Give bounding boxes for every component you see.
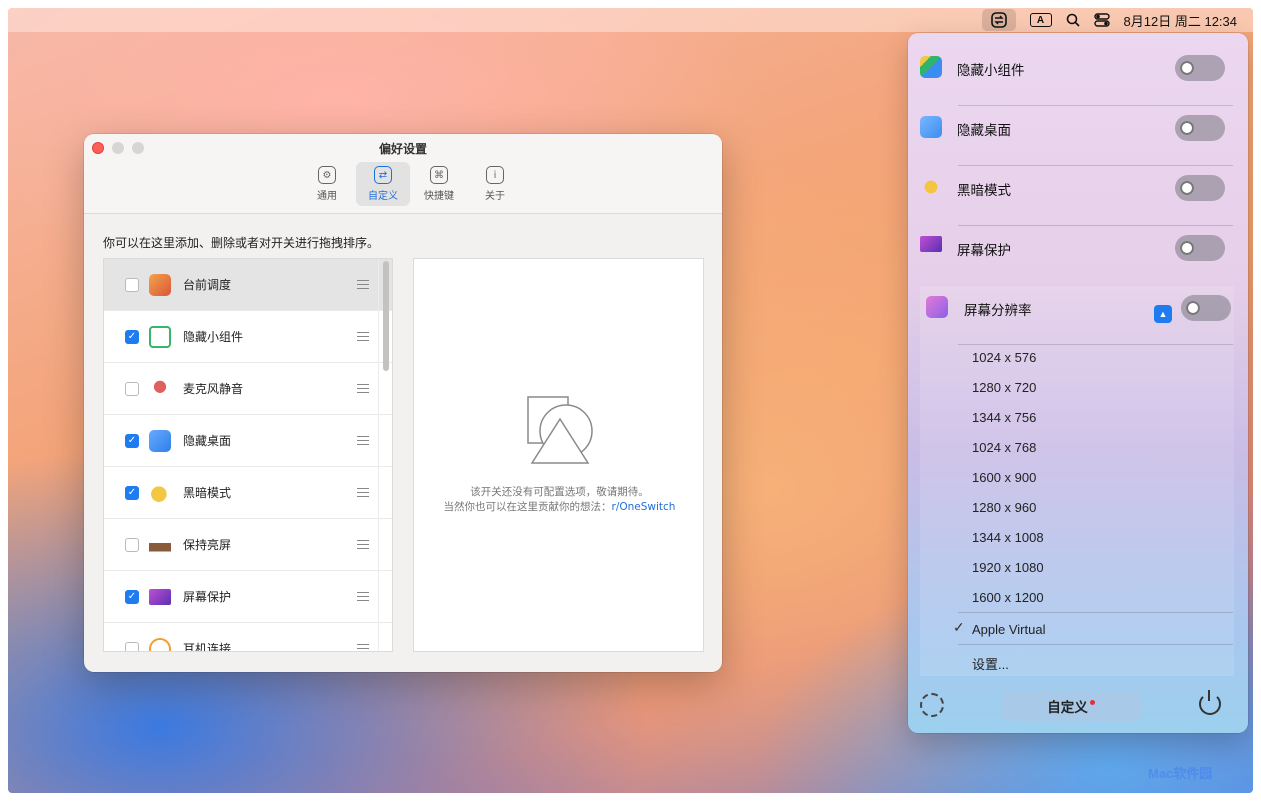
switch-checkbox[interactable] bbox=[125, 537, 139, 552]
dark-mode-toggle[interactable] bbox=[1175, 175, 1225, 201]
panel-footer: 自定义 bbox=[908, 678, 1248, 733]
panel-row-hide-widgets[interactable]: 隐藏小组件 bbox=[908, 33, 1248, 93]
divider bbox=[958, 344, 1233, 345]
panel-row-dark-mode[interactable]: 黑暗模式 bbox=[908, 153, 1248, 213]
scrollbar-thumb[interactable] bbox=[383, 261, 389, 371]
resolution-icon bbox=[926, 296, 948, 318]
headphones-icon bbox=[149, 637, 171, 651]
gear-icon: ⚙ bbox=[318, 166, 336, 184]
menu-bar: A 8月12日 周二 12:34 bbox=[8, 8, 1253, 32]
control-center-icon[interactable] bbox=[1093, 9, 1110, 31]
divider bbox=[958, 612, 1233, 613]
resolution-submenu: 1024 x 576 1280 x 720 1344 x 756 1024 x … bbox=[920, 286, 1234, 676]
drag-handle-icon[interactable] bbox=[357, 436, 369, 445]
resolution-option[interactable]: 1344 x 1008 bbox=[972, 530, 1044, 545]
oneswitch-menu-panel: 隐藏小组件 隐藏桌面 黑暗模式 屏幕保护 1024 x 576 1280 x 7… bbox=[908, 33, 1248, 733]
settings-gear-icon[interactable] bbox=[920, 693, 944, 717]
resolution-toggle[interactable] bbox=[1181, 295, 1231, 321]
tab-general[interactable]: ⚙ 通用 bbox=[300, 162, 354, 206]
switch-checkbox[interactable]: ✓ bbox=[125, 485, 139, 500]
oneswitch-community-link[interactable]: r/OneSwitch bbox=[612, 501, 676, 513]
widgets-icon bbox=[920, 56, 942, 78]
resolution-option[interactable]: 1280 x 720 bbox=[972, 380, 1036, 395]
switch-list: 台前调度 ✓ 隐藏小组件 麦克风静音 ✓ 隐藏桌面 ✓ 黑暗模式 保持亮屏 ✓ … bbox=[103, 258, 393, 652]
tab-customize[interactable]: ⇄ 自定义 bbox=[356, 162, 410, 206]
checkmark-icon: ✓ bbox=[953, 619, 965, 635]
list-item[interactable]: 保持亮屏 bbox=[104, 519, 392, 571]
list-item[interactable]: ✓ 隐藏桌面 bbox=[104, 415, 392, 467]
list-item[interactable]: ✓ 隐藏小组件 bbox=[104, 311, 392, 363]
coffee-cup-icon bbox=[149, 533, 171, 556]
resolution-option[interactable]: 1344 x 756 bbox=[972, 410, 1036, 425]
desktop: A 8月12日 周二 12:34 偏好设置 ⚙ 通用 ⇄ 自定义 ⌘ 快捷键 i… bbox=[8, 8, 1253, 793]
dark-mode-moon-icon bbox=[149, 481, 171, 504]
menu-bar-clock[interactable]: 8月12日 周二 12:34 bbox=[1124, 9, 1237, 31]
switch-checkbox[interactable] bbox=[125, 641, 139, 651]
stage-manager-icon bbox=[149, 273, 171, 296]
hide-widgets-toggle[interactable] bbox=[1175, 55, 1225, 81]
resolution-option[interactable]: 1920 x 1080 bbox=[972, 560, 1044, 575]
detail-message: 该开关还没有可配置选项，敬请期待。 当然你也可以在这里贡献你的想法：r/OneS… bbox=[443, 486, 676, 513]
switch-checkbox[interactable] bbox=[125, 277, 139, 292]
switch-detail-panel: 该开关还没有可配置选项，敬请期待。 当然你也可以在这里贡献你的想法：r/OneS… bbox=[413, 258, 704, 652]
list-item[interactable]: ✓ 黑暗模式 bbox=[104, 467, 392, 519]
list-scrollbar[interactable] bbox=[378, 259, 392, 651]
switch-checkbox[interactable]: ✓ bbox=[125, 589, 139, 604]
tab-shortcuts[interactable]: ⌘ 快捷键 bbox=[412, 162, 466, 206]
tab-about[interactable]: i 关于 bbox=[468, 162, 522, 206]
drag-handle-icon[interactable] bbox=[357, 644, 369, 651]
power-icon[interactable] bbox=[1199, 690, 1221, 715]
panel-row-resolution[interactable]: 屏幕分辨率 bbox=[908, 273, 1248, 333]
microphone-mute-icon bbox=[149, 377, 171, 400]
info-icon: i bbox=[486, 166, 504, 184]
switch-icon: ⇄ bbox=[374, 166, 392, 184]
resolution-settings-item[interactable]: 设置... bbox=[972, 654, 1009, 673]
panel-row-screensaver[interactable]: 屏幕保护 bbox=[908, 213, 1248, 273]
shapes-placeholder-icon bbox=[527, 396, 593, 464]
desktop-grid-icon bbox=[920, 116, 942, 138]
screensaver-monitor-icon bbox=[920, 236, 942, 252]
resolution-option[interactable]: 1600 x 1200 bbox=[972, 590, 1044, 605]
switch-checkbox[interactable] bbox=[125, 381, 139, 396]
preferences-tabs: ⚙ 通用 ⇄ 自定义 ⌘ 快捷键 i 关于 bbox=[300, 162, 524, 206]
drag-handle-icon[interactable] bbox=[357, 540, 369, 549]
screensaver-monitor-icon bbox=[149, 588, 171, 605]
panel-row-hide-desktop[interactable]: 隐藏桌面 bbox=[908, 93, 1248, 153]
screensaver-toggle[interactable] bbox=[1175, 235, 1225, 261]
drag-handle-icon[interactable] bbox=[357, 280, 369, 289]
spotlight-search-icon[interactable] bbox=[1066, 9, 1080, 31]
drag-handle-icon[interactable] bbox=[357, 332, 369, 341]
list-item[interactable]: 麦克风静音 bbox=[104, 363, 392, 415]
customize-button[interactable]: 自定义 bbox=[1001, 691, 1141, 721]
list-item[interactable]: 台前调度 bbox=[104, 259, 392, 311]
widgets-icon bbox=[149, 325, 171, 348]
oneswitch-menu-icon[interactable] bbox=[981, 9, 1016, 31]
resolution-option[interactable]: 1600 x 900 bbox=[972, 470, 1036, 485]
list-item[interactable]: 耳机连接 bbox=[104, 623, 392, 651]
notification-dot bbox=[1089, 699, 1095, 705]
divider bbox=[958, 644, 1233, 645]
preferences-description: 你可以在这里添加、删除或者对开关进行拖拽排序。 bbox=[103, 236, 380, 250]
desktop-grid-icon bbox=[149, 429, 171, 452]
command-icon: ⌘ bbox=[430, 166, 448, 184]
resolution-option[interactable]: 1280 x 960 bbox=[972, 500, 1036, 515]
list-item[interactable]: ✓ 屏幕保护 bbox=[104, 571, 392, 623]
watermark-logo: Mac软件园 bbox=[1148, 766, 1213, 781]
drag-handle-icon[interactable] bbox=[357, 384, 369, 393]
switch-checkbox[interactable]: ✓ bbox=[125, 433, 139, 448]
resolution-option[interactable]: 1024 x 768 bbox=[972, 440, 1036, 455]
sun-icon bbox=[920, 176, 942, 198]
resolution-option[interactable]: 1024 x 576 bbox=[972, 350, 1036, 365]
window-titlebar: 偏好设置 ⚙ 通用 ⇄ 自定义 ⌘ 快捷键 i 关于 bbox=[84, 134, 722, 214]
collapse-chevron-icon[interactable]: ▲ bbox=[1154, 305, 1172, 323]
hide-desktop-toggle[interactable] bbox=[1175, 115, 1225, 141]
preferences-window: 偏好设置 ⚙ 通用 ⇄ 自定义 ⌘ 快捷键 i 关于 你可以在这里添加、删除或者… bbox=[84, 134, 722, 672]
display-option-selected[interactable]: Apple Virtual bbox=[972, 622, 1045, 637]
window-title: 偏好设置 bbox=[378, 142, 427, 156]
drag-handle-icon[interactable] bbox=[357, 592, 369, 601]
drag-handle-icon[interactable] bbox=[357, 488, 369, 497]
switch-checkbox[interactable]: ✓ bbox=[125, 329, 139, 344]
input-source-indicator[interactable]: A bbox=[1029, 9, 1052, 31]
